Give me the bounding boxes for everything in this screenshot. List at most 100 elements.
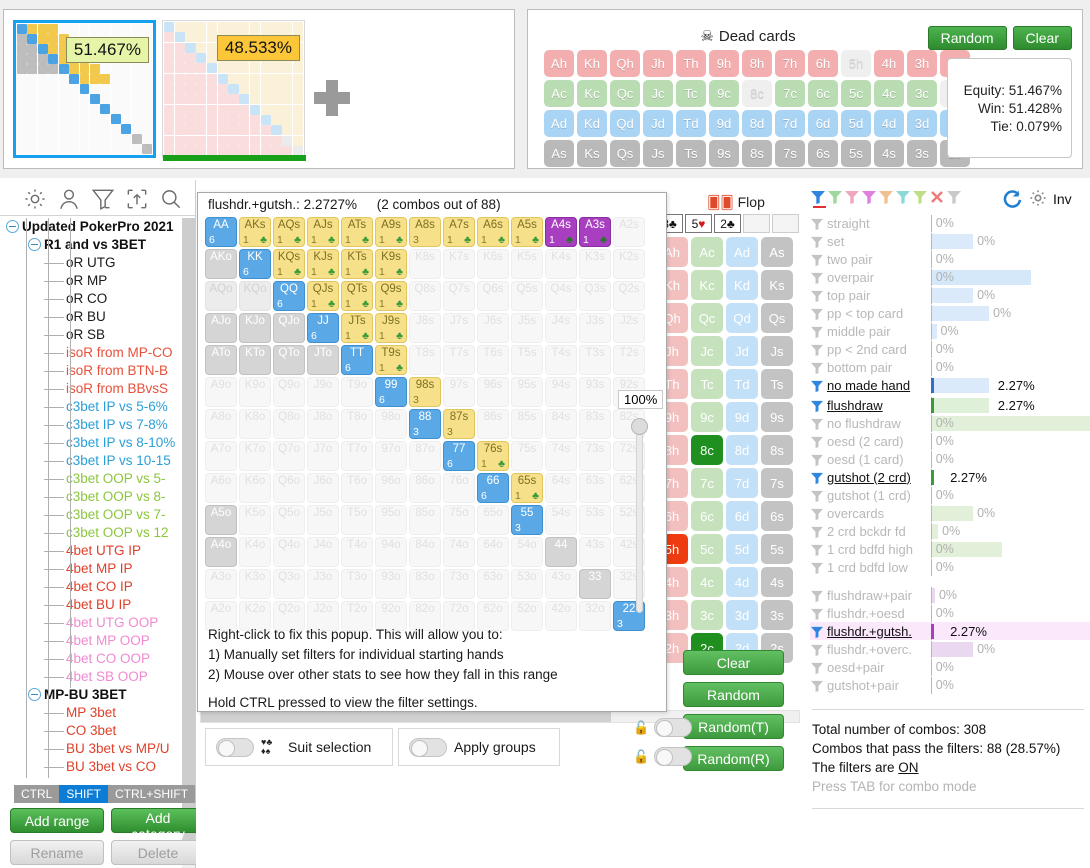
gear-icon[interactable] [22,186,48,212]
modifier-ctrl-shift[interactable]: CTRL+SHIFT [108,785,196,803]
hand-cell-85s[interactable]: 85s [511,409,543,439]
dead-card-4h[interactable]: 4h [874,50,904,77]
tree-item-co-3bet[interactable]: CO 3bet [0,722,196,740]
board-clear-button[interactable]: Clear [683,650,784,675]
dead-card-As[interactable]: As [544,140,574,167]
stat-row-flushdr-oesd[interactable]: flushdr.+oesd 0% [810,604,1090,622]
hand-cell-T6s[interactable]: T6s [477,345,509,375]
tree-item-4bet-sb-oop[interactable]: 4bet SB OOP [0,668,196,686]
stat-row-pp-2nd-card[interactable]: pp < 2nd card 0% [810,340,1090,358]
dead-card-6h[interactable]: 6h [808,50,838,77]
hand-cell-KTo[interactable]: KTo [239,345,271,375]
dead-card-3c[interactable]: 3c [907,80,937,107]
board-card-Ac[interactable]: Ac [691,237,723,267]
hand-cell-97s[interactable]: 97s [443,377,475,407]
funnel-gray-icon[interactable] [946,190,962,204]
hand-cell-J9s[interactable]: J9s 1 ♣ [375,313,407,343]
dead-card-5c[interactable]: 5c [841,80,871,107]
hand-cell-73o[interactable]: 73o [443,569,475,599]
board-slot-2[interactable]: 5 ♥ [685,214,712,233]
stat-row-no-flushdraw[interactable]: no flushdraw 0% [810,414,1090,432]
rename-button[interactable]: Rename [10,840,104,865]
modifier-ctrl[interactable]: CTRL [14,785,60,803]
board-slot-4[interactable] [743,214,770,233]
dead-card-Kd[interactable]: Kd [577,110,607,137]
dead-card-5d[interactable]: 5d [841,110,871,137]
hand-cell-KTs[interactable]: KTs 1 ♣ [341,249,373,279]
hand-cell-J8s[interactable]: J8s [409,313,441,343]
hand-cell-54o[interactable]: 54o [511,537,543,567]
board-card-9d[interactable]: 9d [726,402,758,432]
board-card-5c[interactable]: 5c [691,534,723,564]
suit-selection-toggle[interactable] [216,737,254,757]
hand-cell-A4o[interactable]: A4o [205,537,237,567]
tree-item-or-bu[interactable]: oR BU [0,308,196,326]
hand-cell-94o[interactable]: 94o [375,537,407,567]
board-card-9c[interactable]: 9c [691,402,723,432]
hand-cell-63o[interactable]: 63o [477,569,509,599]
hand-cell-K4o[interactable]: K4o [239,537,271,567]
stat-row-gutshot-pair[interactable]: gutshot+pair 0% [810,676,1090,694]
board-card-6s[interactable]: 6s [761,501,793,531]
funnel-icon[interactable] [810,361,825,374]
dead-card-9d[interactable]: 9d [709,110,739,137]
dead-card-9h[interactable]: 9h [709,50,739,77]
dead-card-Th[interactable]: Th [676,50,706,77]
hand-cell-T5o[interactable]: T5o [341,505,373,535]
search-icon[interactable] [158,186,184,212]
dead-clear-button[interactable]: Clear [1012,26,1072,50]
board-card-Ks[interactable]: Ks [761,270,793,300]
tree-item-4bet-mp-oop[interactable]: 4bet MP OOP [0,632,196,650]
hand-cell-87s[interactable]: 87s 3 [443,409,475,439]
hand-cell-AKo[interactable]: AKo [205,249,237,279]
dead-card-Kh[interactable]: Kh [577,50,607,77]
hand-cell-T7s[interactable]: T7s [443,345,475,375]
funnel-icon[interactable] [810,643,825,656]
funnel-icon[interactable] [810,525,825,538]
tree-item-c3bet-ip-vs-8-10-[interactable]: c3bet IP vs 8-10% [0,434,196,452]
board-slot-5[interactable] [772,214,799,233]
hand-cell-86s[interactable]: 86s [477,409,509,439]
hand-cell-Q5o[interactable]: Q5o [273,505,305,535]
hand-cell-J3s[interactable]: J3s [579,313,611,343]
inv-label[interactable]: Inv [1053,191,1072,207]
dead-card-Jh[interactable]: Jh [643,50,673,77]
hand-cell-Q9s[interactable]: Q9s 1 ♣ [375,281,407,311]
hand-cell-A9s[interactable]: A9s 1 ♣ [375,217,407,247]
hand-cell-75s[interactable]: 75s [511,441,543,471]
lock-icon[interactable]: 🔓 [633,749,649,765]
board-card-Ts[interactable]: Ts [761,369,793,399]
funnel-icon[interactable] [810,435,825,448]
board-card-7c[interactable]: 7c [691,468,723,498]
hand-cell-93o[interactable]: 93o [375,569,407,599]
hand-cell-K4s[interactable]: K4s [545,249,577,279]
hand-cell-74s[interactable]: 74s [545,441,577,471]
funnel-icon[interactable] [810,543,825,556]
stat-row-oesd-2-card-[interactable]: oesd (2 card) 0% [810,432,1090,450]
hand-cell-64s[interactable]: 64s [545,473,577,503]
tree-item-c3bet-oop-vs-7-[interactable]: c3bet OOP vs 7- [0,506,196,524]
hand-cell-96o[interactable]: 96o [375,473,407,503]
hand-cell-T8o[interactable]: T8o [341,409,373,439]
board-card-5d[interactable]: 5d [726,534,758,564]
dead-card-7c[interactable]: 7c [775,80,805,107]
stat-row-gutshot-1-crd-[interactable]: gutshot (1 crd) 0% [810,486,1090,504]
hand-filter-popup[interactable]: flushdr.+gutsh.: 2.2727% (2 combos out o… [197,192,667,712]
dead-card-4s[interactable]: 4s [874,140,904,167]
hand-cell-KQo[interactable]: KQo [239,281,271,311]
hand-cell-K7o[interactable]: K7o [239,441,271,471]
dead-card-Ts[interactable]: Ts [676,140,706,167]
hand-cell-QJs[interactable]: QJs 1 ♣ [307,281,339,311]
tree-item-c3bet-oop-vs-8-[interactable]: c3bet OOP vs 8- [0,488,196,506]
tree-item-bu-3bet-vs-mp-u[interactable]: BU 3bet vs MP/U [0,740,196,758]
hand-cell-J6s[interactable]: J6s [477,313,509,343]
funnel-pink-icon[interactable] [844,190,860,204]
hand-cell-76o[interactable]: 76o [443,473,475,503]
dead-card-Qd[interactable]: Qd [610,110,640,137]
board-card-8d[interactable]: 8d [726,435,758,465]
stat-row-oesd-pair[interactable]: oesd+pair 0% [810,658,1090,676]
hand-cell-Q4s[interactable]: Q4s [545,281,577,311]
stat-row-set[interactable]: set 0% [810,232,1090,250]
hand-cell-AQs[interactable]: AQs 1 ♣ [273,217,305,247]
dead-card-9s[interactable]: 9s [709,140,739,167]
